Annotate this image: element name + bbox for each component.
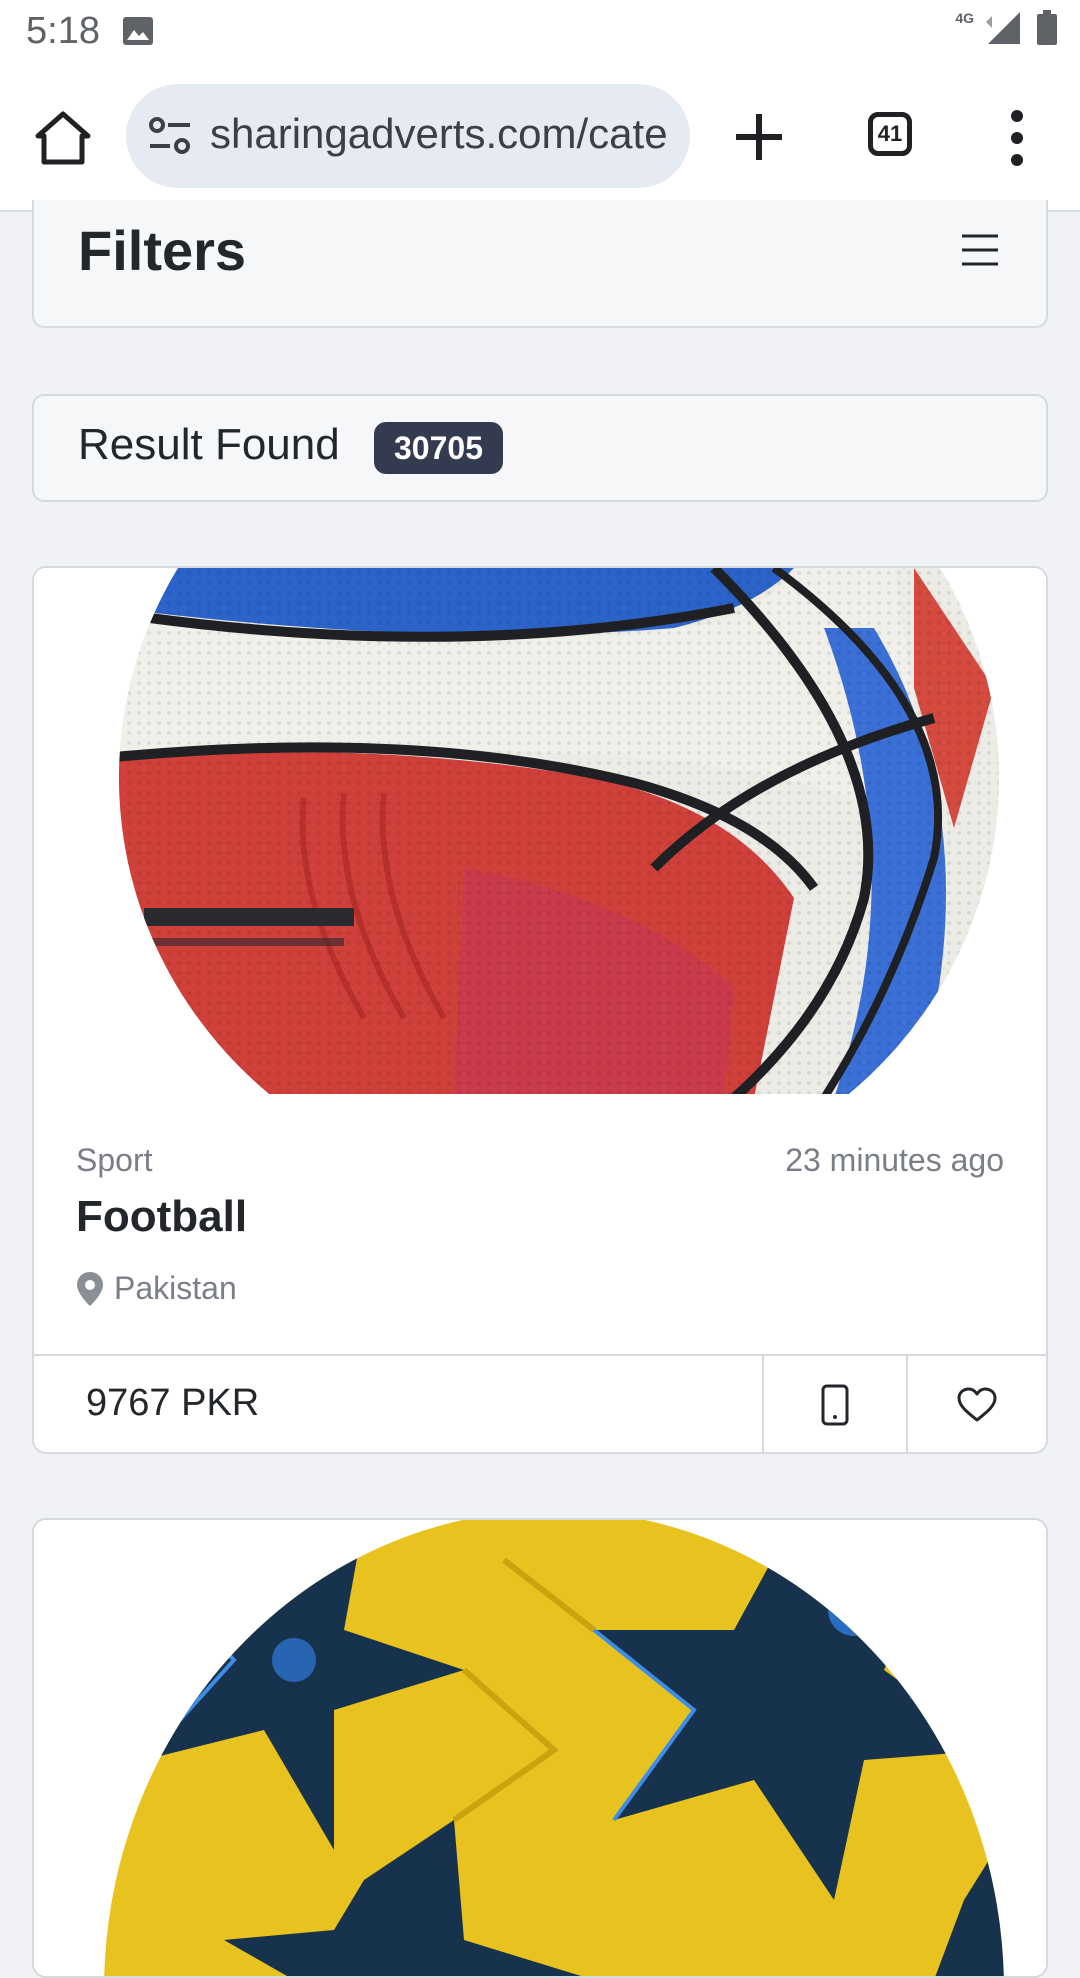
- tab-switcher-button[interactable]: 41: [868, 112, 912, 156]
- ad-location-text: Pakistan: [114, 1270, 237, 1306]
- ad-location: Pakistan: [76, 1270, 237, 1307]
- phone-icon: [821, 1384, 849, 1426]
- url-text[interactable]: sharingadverts.com/cate: [210, 110, 676, 158]
- new-tab-plus-icon[interactable]: [730, 108, 788, 166]
- tab-count: 41: [877, 121, 903, 146]
- ad-footer: 9767 PKR: [34, 1354, 1046, 1452]
- result-found-bar: Result Found 30705: [32, 394, 1048, 502]
- ad-image-yellow-star-ball[interactable]: [34, 1520, 1046, 1978]
- signal-icon: [986, 12, 1020, 44]
- more-vert-icon[interactable]: [1000, 106, 1034, 170]
- filters-panel: Filters: [32, 200, 1048, 328]
- ad-card[interactable]: [32, 1518, 1048, 1978]
- site-settings-icon[interactable]: [148, 116, 192, 156]
- filters-title: Filters: [78, 219, 247, 282]
- ad-image-red-white-blue-ball[interactable]: [34, 568, 1046, 1094]
- home-icon[interactable]: [34, 110, 92, 166]
- ad-title[interactable]: Football: [76, 1192, 247, 1242]
- heart-icon: [957, 1387, 997, 1422]
- ad-card[interactable]: Sport 23 minutes ago Football Pakistan 9…: [32, 566, 1048, 1454]
- location-pin-icon: [77, 1271, 103, 1306]
- result-count-badge: 30705: [374, 422, 503, 474]
- ball-photo-illustration: [34, 568, 1046, 1094]
- ad-category: Sport: [76, 1142, 153, 1178]
- ad-posted-time: 23 minutes ago: [785, 1142, 1004, 1178]
- status-bar: 5:18 4G: [0, 0, 1080, 66]
- ad-price: 9767 PKR: [86, 1382, 260, 1424]
- image-notification-icon: [123, 17, 153, 45]
- browser-toolbar: sharingadverts.com/cate 41: [0, 66, 1080, 212]
- hamburger-icon[interactable]: [960, 232, 1000, 268]
- status-time: 5:18: [26, 10, 100, 52]
- call-button[interactable]: [762, 1356, 906, 1452]
- result-found-label: Result Found: [78, 420, 340, 469]
- battery-icon: [1037, 10, 1057, 45]
- network-type-label: 4G: [955, 10, 974, 26]
- favorite-button[interactable]: [906, 1356, 1046, 1452]
- address-bar[interactable]: sharingadverts.com/cate: [126, 84, 690, 188]
